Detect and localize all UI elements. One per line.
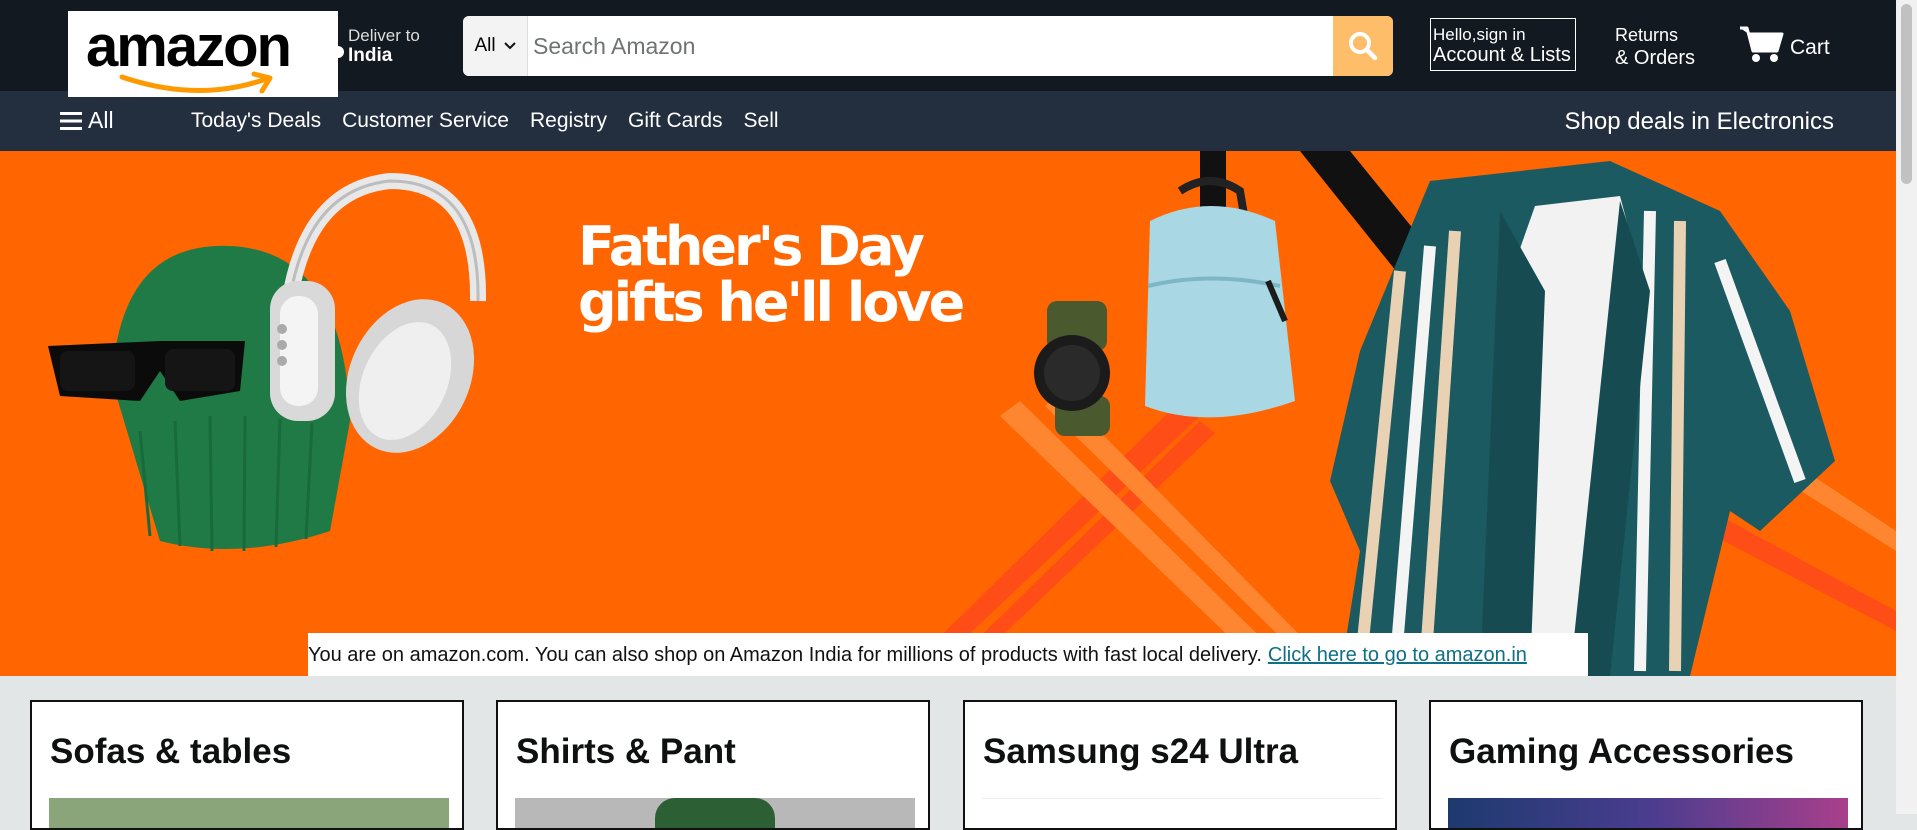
search-category-select[interactable]: All	[463, 16, 528, 76]
card-image[interactable]	[49, 798, 449, 828]
card-title: Sofas & tables	[50, 732, 292, 771]
amazon-india-link[interactable]: Click here to go to amazon.in	[1268, 644, 1527, 667]
hero-headline: Father's Day gifts he'll love	[578, 215, 965, 334]
nav-link-gift-cards[interactable]: Gift Cards	[628, 109, 723, 133]
hero-banner[interactable]: Father's Day gifts he'll love You are on…	[0, 151, 1896, 676]
nav-link-registry[interactable]: Registry	[530, 109, 607, 133]
top-navbar: amazon Deliver to India All Hello,sign i…	[0, 0, 1896, 97]
account-and-lists[interactable]: Hello,sign in Account & Lists	[1430, 18, 1576, 71]
all-menu-label: All	[88, 107, 114, 133]
region-notice: You are on amazon.com. You can also shop…	[308, 633, 1588, 676]
nav-link-sell[interactable]: Sell	[744, 109, 779, 133]
cart-icon	[1740, 26, 1784, 62]
subnav-links: Today's Deals Customer Service Registry …	[191, 109, 779, 133]
card-image[interactable]	[1448, 798, 1848, 828]
returns-and-orders[interactable]: Returns & Orders	[1615, 24, 1695, 70]
sub-navbar: All Today's Deals Customer Service Regis…	[0, 91, 1896, 151]
deliver-to[interactable]: Deliver to India	[348, 26, 420, 66]
category-card-sofas[interactable]: Sofas & tables	[30, 700, 464, 830]
returns-label: Returns	[1615, 25, 1679, 45]
orders-label: & Orders	[1615, 47, 1696, 69]
amazon-logo[interactable]: amazon	[68, 11, 338, 97]
account-greeting: Hello,sign in	[1433, 25, 1526, 44]
deliver-country: India	[348, 45, 393, 66]
search-category-label: All	[474, 35, 496, 56]
search-button[interactable]	[1333, 16, 1393, 76]
cart-button[interactable]: Cart	[1738, 24, 1830, 64]
nav-link-customer-service[interactable]: Customer Service	[342, 109, 509, 133]
card-image[interactable]	[515, 798, 915, 828]
category-card-gaming[interactable]: Gaming Accessories	[1429, 700, 1863, 830]
electronics-deals-link[interactable]: Shop deals in Electronics	[1565, 108, 1834, 136]
all-menu-button[interactable]: All	[60, 107, 114, 134]
chevron-down-icon	[503, 42, 516, 50]
search-icon	[1349, 32, 1378, 61]
cart-label: Cart	[1790, 36, 1830, 59]
page-scrollbar[interactable]	[1896, 0, 1917, 814]
category-card-samsung[interactable]: Samsung s24 Ultra	[963, 700, 1397, 830]
account-label: Account & Lists	[1433, 44, 1571, 66]
card-title: Samsung s24 Ultra	[983, 732, 1299, 771]
scrollbar-thumb[interactable]	[1901, 4, 1912, 184]
search-bar: All	[463, 16, 1393, 76]
hero-headline-line2: gifts he'll love	[578, 271, 965, 334]
deliver-label: Deliver to	[348, 26, 420, 45]
region-notice-text: You are on amazon.com. You can also shop…	[308, 643, 1262, 666]
card-title: Gaming Accessories	[1449, 732, 1794, 771]
hero-headline-line1: Father's Day	[578, 215, 925, 278]
nav-link-todays-deals[interactable]: Today's Deals	[191, 109, 321, 133]
category-card-shirts[interactable]: Shirts & Pant	[496, 700, 930, 830]
card-title: Shirts & Pant	[516, 732, 736, 771]
hamburger-menu-icon	[60, 111, 82, 130]
logo-smile-icon	[119, 71, 273, 94]
location-pin-icon	[332, 46, 344, 58]
search-input[interactable]	[529, 16, 1327, 76]
logo-wordmark: amazon	[86, 14, 292, 79]
card-image[interactable]	[982, 798, 1382, 828]
